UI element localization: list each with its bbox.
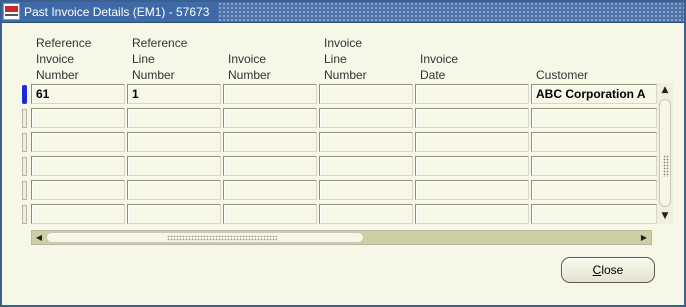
vertical-scroll-thumb[interactable] <box>659 99 671 207</box>
grid-cell[interactable]: 1 <box>127 84 221 104</box>
scroll-up-icon[interactable]: ▲ <box>659 84 671 96</box>
scroll-down-icon[interactable]: ▼ <box>659 210 671 222</box>
grid-cell[interactable] <box>531 180 657 200</box>
row-indicator[interactable] <box>22 133 27 152</box>
close-button[interactable]: Close <box>561 257 655 283</box>
grid-cell[interactable] <box>319 156 413 176</box>
grid-cell[interactable] <box>31 132 125 152</box>
scroll-left-icon[interactable]: ◀ <box>33 231 45 244</box>
grid-cell[interactable] <box>223 204 317 224</box>
title-bar[interactable]: Past Invoice Details (EM1) - 57673 <box>2 2 684 23</box>
grid-cell[interactable]: 61 <box>31 84 125 104</box>
close-button-label: lose <box>601 263 624 277</box>
window-title: Past Invoice Details (EM1) - 57673 <box>24 5 210 19</box>
grid-cell[interactable] <box>223 180 317 200</box>
grid-cell[interactable] <box>127 156 221 176</box>
grid-cell[interactable] <box>415 132 529 152</box>
grid-cell[interactable] <box>223 156 317 176</box>
grid-cell[interactable] <box>531 132 657 152</box>
grid-cell[interactable] <box>531 156 657 176</box>
grip-icon <box>663 155 669 177</box>
column-header-invoice-number: Invoice Number <box>228 52 271 82</box>
grid-cell[interactable] <box>415 204 529 224</box>
grid-cell[interactable] <box>319 84 413 104</box>
grid-cell[interactable] <box>31 180 125 200</box>
horizontal-scrollbar[interactable]: ◀ ▶ <box>31 230 652 245</box>
grip-icon <box>167 235 277 241</box>
grid-cell[interactable] <box>415 108 529 128</box>
column-header-reference-invoice-number: Reference Invoice Number <box>36 36 92 82</box>
row-indicator[interactable] <box>22 109 27 128</box>
grid-cell[interactable] <box>223 108 317 128</box>
row-indicator[interactable] <box>22 85 27 104</box>
scroll-right-icon[interactable]: ▶ <box>638 231 650 244</box>
horizontal-scroll-thumb[interactable] <box>46 232 364 243</box>
grid-cell[interactable] <box>415 156 529 176</box>
grid-cell[interactable] <box>223 84 317 104</box>
grid-cell[interactable] <box>319 180 413 200</box>
grid-cell[interactable] <box>531 108 657 128</box>
grid-cell[interactable] <box>127 108 221 128</box>
oracle-app-icon <box>3 3 20 20</box>
column-header-invoice-date: Invoice Date <box>420 52 459 82</box>
grid-cell[interactable] <box>319 132 413 152</box>
column-header-reference-line-number: Reference Line Number <box>132 36 188 82</box>
grid-cell[interactable] <box>127 204 221 224</box>
grid-cell[interactable]: ABC Corporation A <box>531 84 657 104</box>
vertical-scrollbar[interactable]: ▲ ▼ <box>657 83 673 224</box>
grid-cell[interactable] <box>415 84 529 104</box>
grid-cell[interactable] <box>31 156 125 176</box>
grid-cell[interactable] <box>319 204 413 224</box>
grid-cell[interactable] <box>31 108 125 128</box>
grid-cell[interactable] <box>415 180 529 200</box>
grid-cell[interactable] <box>127 180 221 200</box>
grid-cell[interactable] <box>531 204 657 224</box>
grid-cell[interactable] <box>127 132 221 152</box>
grid-cell[interactable] <box>319 108 413 128</box>
column-header-invoice-line-number: Invoice Line Number <box>324 36 367 82</box>
row-indicator[interactable] <box>22 205 27 224</box>
row-indicator[interactable] <box>22 181 27 200</box>
grid-cell[interactable] <box>31 204 125 224</box>
column-header-customer: Customer <box>536 68 589 82</box>
row-indicator[interactable] <box>22 157 27 176</box>
grid-cell[interactable] <box>223 132 317 152</box>
